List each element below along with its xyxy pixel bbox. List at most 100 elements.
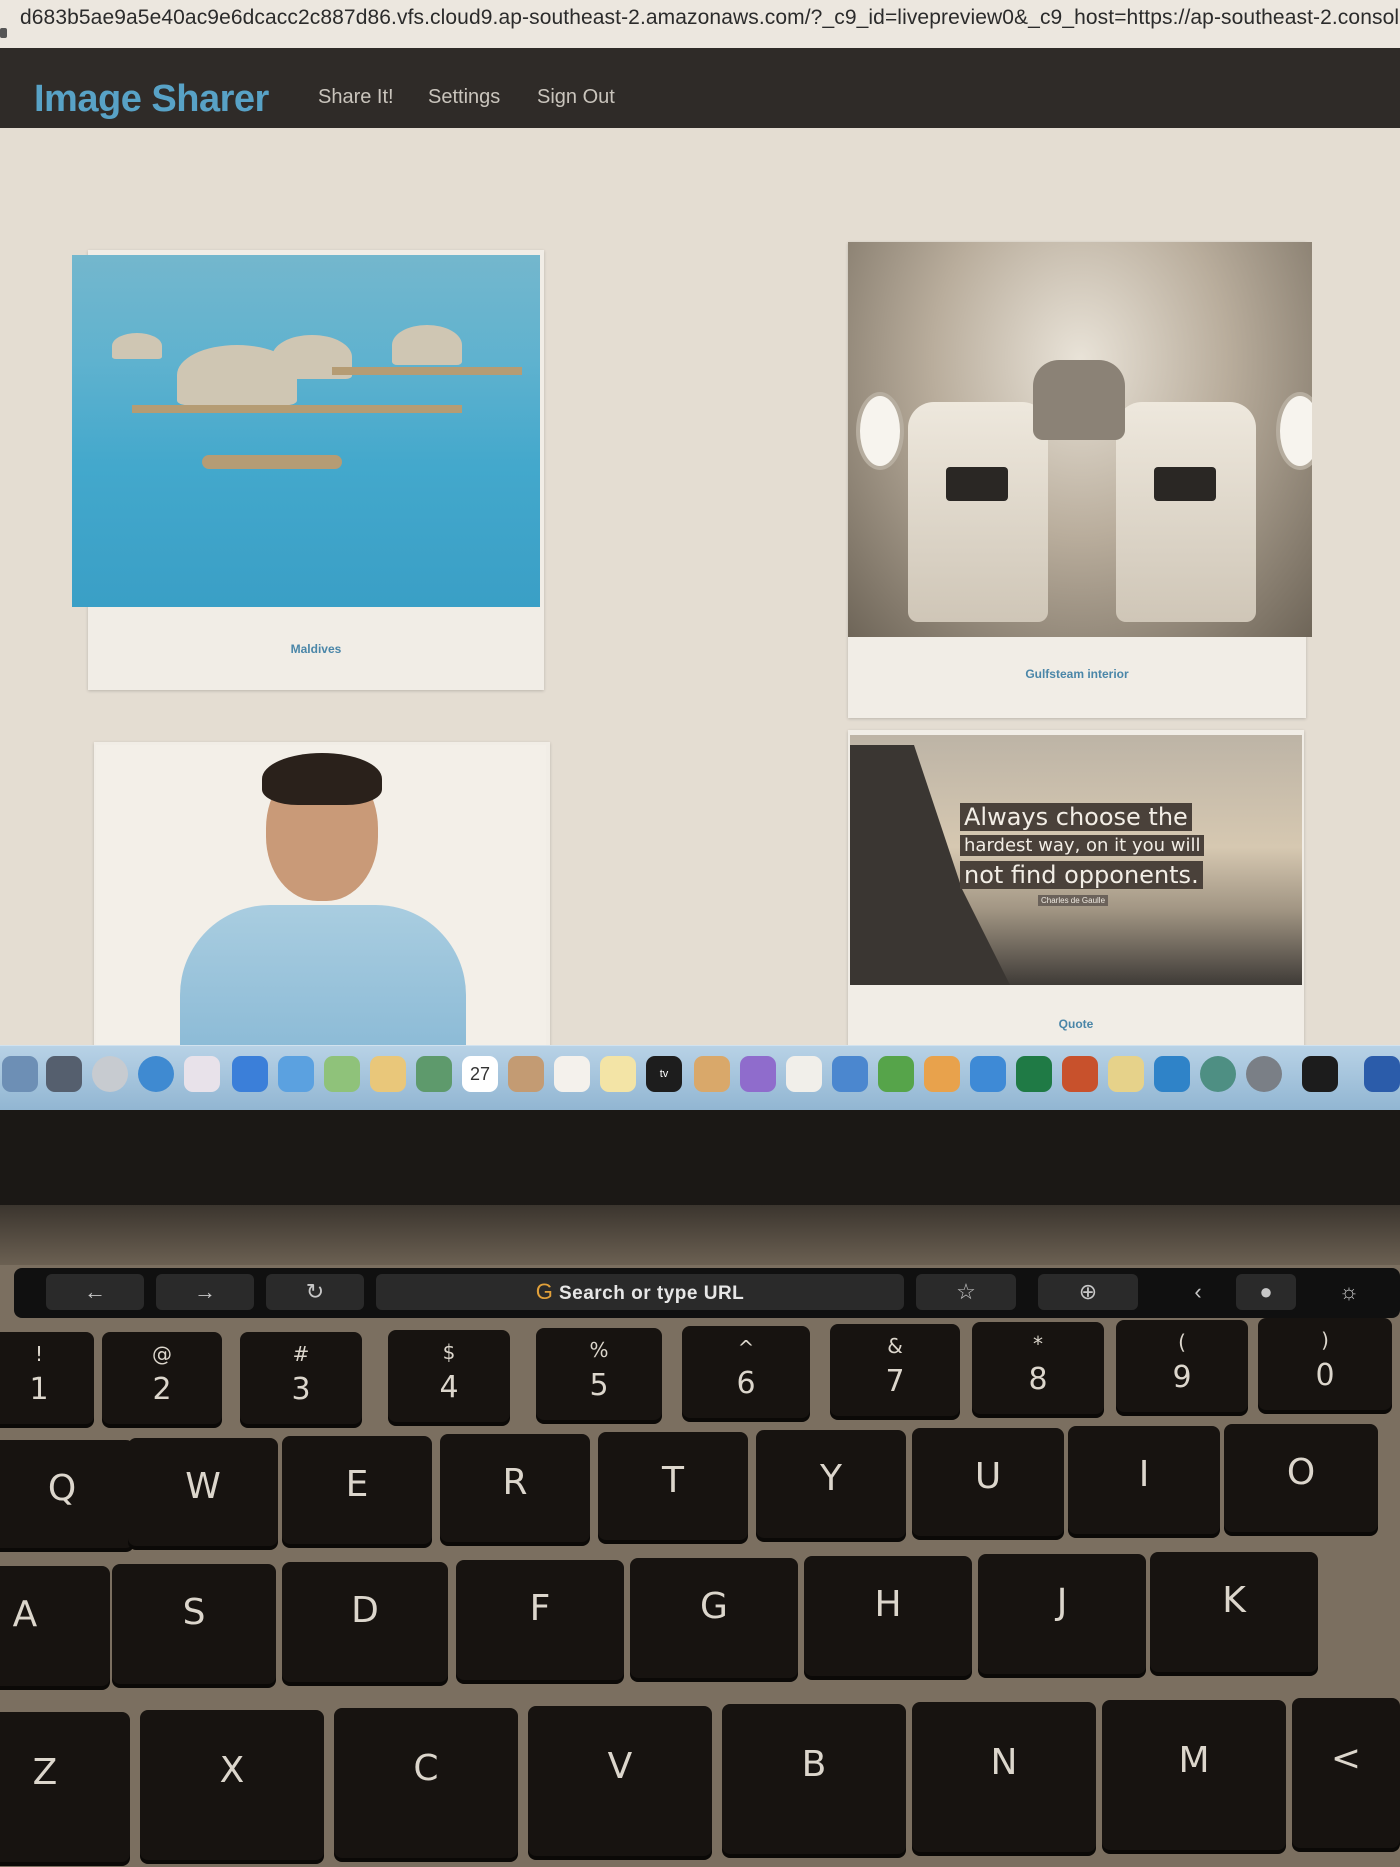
contacts-icon[interactable] — [508, 1056, 544, 1092]
numbers-icon[interactable] — [878, 1056, 914, 1092]
nav-sign-out[interactable]: Sign Out — [537, 86, 615, 109]
key-o[interactable]: O — [1224, 1424, 1378, 1532]
atom-icon[interactable] — [1200, 1056, 1236, 1092]
forward-arrow-icon[interactable]: → — [156, 1274, 254, 1310]
mail-icon[interactable] — [278, 1056, 314, 1092]
gulfstream-photo[interactable] — [848, 242, 1312, 637]
zoom-icon[interactable] — [232, 1056, 268, 1092]
key-6[interactable]: ^ 6 — [682, 1326, 810, 1418]
laptop-bezel — [0, 1110, 1400, 1205]
pages-icon[interactable] — [924, 1056, 960, 1092]
key-3[interactable]: #3 — [240, 1332, 362, 1424]
key-5[interactable]: % 5 — [536, 1328, 662, 1420]
key-v[interactable]: V — [528, 1706, 712, 1856]
key-u[interactable]: U — [912, 1428, 1064, 1536]
siri-touchbar-icon[interactable]: ● — [1236, 1274, 1296, 1310]
key-n[interactable]: N — [912, 1702, 1096, 1852]
key-0[interactable]: ) 0 — [1258, 1318, 1392, 1410]
key-d[interactable]: D — [282, 1562, 448, 1682]
reload-icon[interactable]: ↻ — [266, 1274, 364, 1310]
collapse-control-strip-icon[interactable]: ‹ — [1178, 1274, 1218, 1310]
browser-address-bar[interactable]: d683b5ae9a5e40ac9e6dcacc2c887d86.vfs.clo… — [0, 0, 1400, 49]
key-a[interactable]: A — [0, 1566, 110, 1686]
laptop-hinge — [0, 1205, 1400, 1265]
lock-icon — [0, 28, 7, 38]
key-2[interactable]: @2 — [102, 1332, 222, 1424]
brand-logo[interactable]: Image Sharer — [34, 78, 269, 121]
key-j[interactable]: J — [978, 1554, 1146, 1674]
back-arrow-icon[interactable]: ← — [46, 1274, 144, 1310]
touchbar-search-text: Search or type URL — [558, 1283, 745, 1304]
keynote-icon[interactable] — [832, 1056, 868, 1092]
key-4[interactable]: $4 — [388, 1330, 510, 1422]
word-icon[interactable] — [1364, 1056, 1400, 1092]
brightness-icon[interactable]: ☼ — [1314, 1274, 1384, 1310]
launchpad-icon[interactable] — [2, 1056, 38, 1092]
touch-bar: ← → ↻ G Search or type URL ☆ ⊕ ‹ ● ☼ — [14, 1268, 1400, 1318]
reminders-icon[interactable] — [554, 1056, 590, 1092]
notes-icon[interactable] — [600, 1056, 636, 1092]
card-caption-maldives: Maldives — [290, 642, 342, 656]
apple-tv-icon[interactable]: tv — [646, 1056, 682, 1092]
key-m[interactable]: M — [1102, 1700, 1286, 1850]
key-r[interactable]: R — [440, 1434, 590, 1542]
siri-icon[interactable] — [46, 1056, 82, 1092]
facetime-icon[interactable] — [416, 1056, 452, 1092]
slack-icon[interactable] — [184, 1056, 220, 1092]
key-x[interactable]: X — [140, 1710, 324, 1860]
photos-icon[interactable] — [370, 1056, 406, 1092]
maps-icon[interactable] — [324, 1056, 360, 1092]
calendar-icon[interactable]: 27 — [462, 1056, 498, 1092]
card-caption-gulfstream: Gulfsteam interior — [1025, 667, 1129, 681]
key-y[interactable]: Y — [756, 1430, 906, 1538]
vscode-icon[interactable] — [1154, 1056, 1190, 1092]
powerpoint-icon[interactable] — [1062, 1056, 1098, 1092]
bookmark-star-icon[interactable]: ☆ — [916, 1274, 1016, 1310]
key-s[interactable]: S — [112, 1564, 276, 1684]
quote-line-3: not find opponents. — [960, 861, 1203, 889]
key-8[interactable]: * 8 — [972, 1322, 1104, 1414]
card-caption-quote: Quote — [1058, 1017, 1094, 1031]
maldives-photo[interactable] — [72, 255, 540, 607]
laptop-screen: d683b5ae9a5e40ac9e6dcacc2c887d86.vfs.clo… — [0, 0, 1400, 1110]
macos-dock: 27 tv — [0, 1045, 1400, 1110]
chrome-icon[interactable] — [92, 1056, 128, 1092]
quote-photo[interactable]: Always choose the hardest way, on it you… — [850, 735, 1302, 985]
google-icon: G — [535, 1279, 553, 1304]
key-i[interactable]: I — [1068, 1426, 1220, 1534]
key-less-than[interactable]: < — [1292, 1698, 1400, 1848]
news-icon[interactable] — [786, 1056, 822, 1092]
podcasts-icon[interactable] — [740, 1056, 776, 1092]
music-icon[interactable] — [694, 1056, 730, 1092]
key-1[interactable]: ! 1 — [0, 1332, 94, 1424]
key-q[interactable]: Q — [0, 1440, 134, 1548]
key-k[interactable]: K — [1150, 1552, 1318, 1672]
app-store-icon[interactable] — [970, 1056, 1006, 1092]
key-b[interactable]: B — [722, 1704, 906, 1854]
key-e[interactable]: E — [282, 1436, 432, 1544]
quote-line-1: Always choose the — [960, 803, 1192, 831]
app-navbar: Image Sharer Share It! Settings Sign Out — [0, 48, 1400, 128]
key-c[interactable]: C — [334, 1708, 518, 1858]
key-z[interactable]: Z — [0, 1712, 130, 1862]
quote-line-2: hardest way, on it you will — [960, 835, 1205, 856]
nav-settings[interactable]: Settings — [428, 86, 500, 109]
touchbar-search-field[interactable]: G Search or type URL — [376, 1274, 904, 1310]
python-icon[interactable] — [1108, 1056, 1144, 1092]
terminal-icon[interactable] — [1302, 1056, 1338, 1092]
excel-icon[interactable] — [1016, 1056, 1052, 1092]
key-t[interactable]: T — [598, 1432, 748, 1540]
system-preferences-icon[interactable] — [1246, 1056, 1282, 1092]
portrait-photo[interactable] — [96, 745, 546, 1055]
url-text[interactable]: d683b5ae9a5e40ac9e6dcacc2c887d86.vfs.clo… — [20, 6, 1400, 30]
safari-icon[interactable] — [138, 1056, 174, 1092]
new-tab-icon[interactable]: ⊕ — [1038, 1274, 1138, 1310]
key-h[interactable]: H — [804, 1556, 972, 1676]
key-w[interactable]: W — [128, 1438, 278, 1546]
quote-author: Charles de Gaulle — [1038, 895, 1109, 906]
key-g[interactable]: G — [630, 1558, 798, 1678]
key-f[interactable]: F — [456, 1560, 624, 1680]
key-7[interactable]: & 7 — [830, 1324, 960, 1416]
nav-share-it[interactable]: Share It! — [318, 86, 394, 109]
key-9[interactable]: (9 — [1116, 1320, 1248, 1412]
